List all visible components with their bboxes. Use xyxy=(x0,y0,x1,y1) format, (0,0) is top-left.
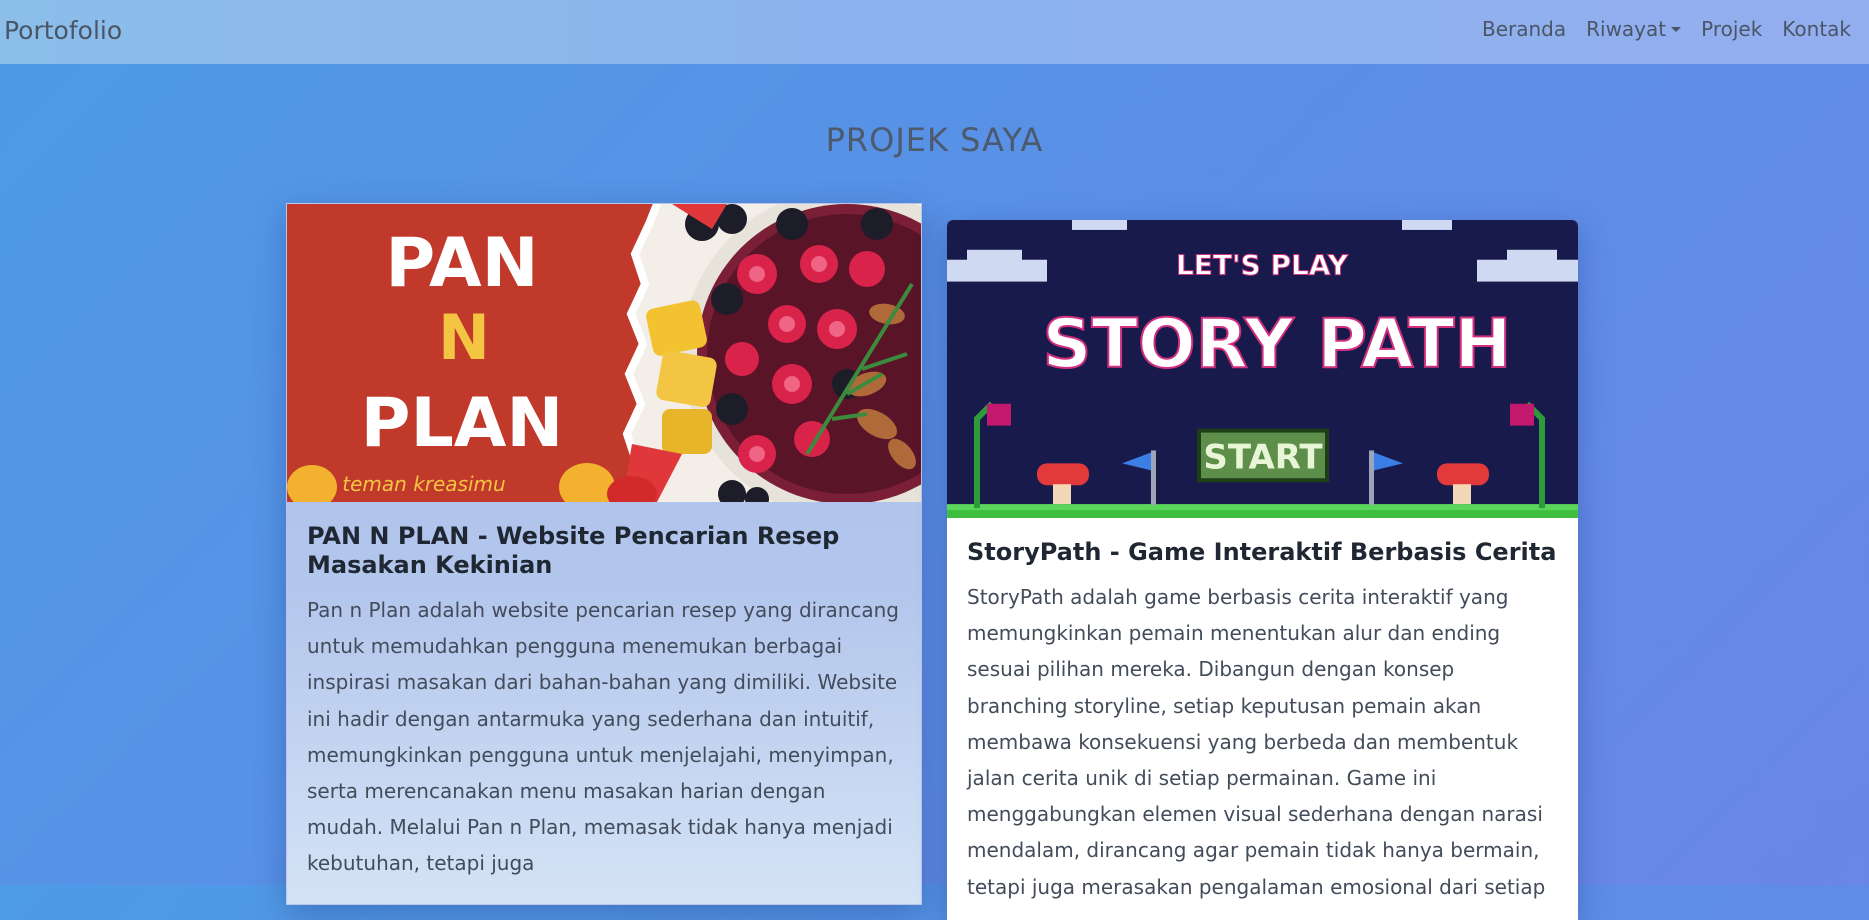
project-description: Pan n Plan adalah website pencarian rese… xyxy=(307,598,899,876)
project-description: StoryPath adalah game berbasis cerita in… xyxy=(967,585,1546,899)
nav-link-beranda[interactable]: Beranda xyxy=(1482,17,1566,41)
pan-logo-line2: N xyxy=(438,301,490,374)
nav-link-kontak[interactable]: Kontak xyxy=(1782,17,1851,41)
nav-link-riwayat-label: Riwayat xyxy=(1586,17,1667,41)
pan-tagline: teman kreasimu xyxy=(342,472,505,496)
storypath-subtitle: LET'S PLAY xyxy=(1176,249,1349,282)
storypath-title-art: STORY PATH xyxy=(1043,304,1512,383)
storypath-start-label: START xyxy=(1203,437,1322,476)
caret-down-icon xyxy=(1671,27,1682,32)
project-title: PAN N PLAN - Website Pencarian Resep Mas… xyxy=(307,522,840,579)
card-body: StoryPath - Game Interaktif Berbasis Cer… xyxy=(947,518,1578,905)
project-title: StoryPath - Game Interaktif Berbasis Cer… xyxy=(967,538,1557,566)
storypath-image: START LET'S PLAY STORY PATH xyxy=(947,220,1578,518)
pan-logo-line3: PLAN xyxy=(361,384,564,463)
nav-links: Beranda Riwayat Projek Kontak xyxy=(1482,17,1851,41)
pan-logo-line1: PAN xyxy=(385,224,538,303)
section-title: PROJEK SAYA xyxy=(825,121,1044,159)
card-body: PAN N PLAN - Website Pencarian Resep Mas… xyxy=(287,502,921,882)
navbar-brand[interactable]: Portofolio xyxy=(4,16,122,45)
navbar: Portofolio Beranda Riwayat Projek Kontak xyxy=(0,0,1869,64)
nav-link-projek[interactable]: Projek xyxy=(1701,17,1762,41)
project-card-pan-n-plan[interactable]: PAN N PLAN teman kreasimu PAN N PLAN - W… xyxy=(286,203,922,905)
nav-dropdown-riwayat[interactable]: Riwayat xyxy=(1586,17,1682,41)
project-card-storypath[interactable]: START LET'S PLAY STORY PATH StoryPath - … xyxy=(947,220,1578,920)
pan-n-plan-image: PAN N PLAN teman kreasimu xyxy=(287,204,921,502)
